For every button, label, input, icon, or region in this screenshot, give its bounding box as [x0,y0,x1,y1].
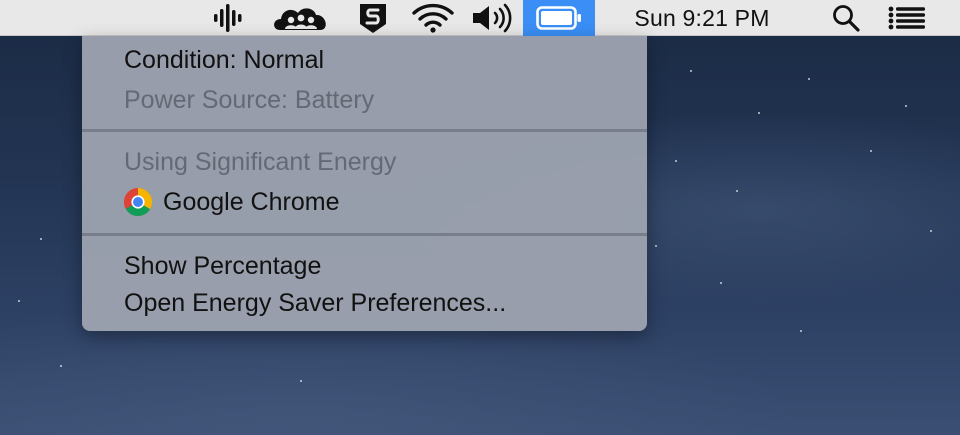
star [18,300,20,302]
star [736,190,738,192]
wifi-icon[interactable] [408,0,458,36]
star [930,230,932,232]
search-icon[interactable] [826,0,866,36]
volume-icon[interactable] [468,0,518,36]
battery-icon[interactable] [523,0,595,36]
shield-s-icon[interactable] [352,0,394,36]
star [720,282,722,284]
clock[interactable]: Sun 9:21 PM [610,0,794,36]
app-item-google-chrome[interactable]: Google Chrome [124,187,339,217]
star [675,160,677,162]
notification-list-icon[interactable] [884,0,930,36]
star [808,78,810,80]
star [905,105,907,107]
star [870,150,872,152]
cloud-people-icon[interactable] [270,0,332,36]
significant-energy-heading: Using Significant Energy [124,148,397,176]
battery-status-menu: Condition: Normal Power Source: Battery … [82,36,647,331]
power-source: Power Source: Battery [124,86,375,114]
star [60,365,62,367]
menu-separator [82,233,647,236]
star [40,238,42,240]
star [655,245,657,247]
battery-condition: Condition: Normal [124,46,325,74]
menu-bar: Sun 9:21 PM [0,0,960,36]
open-energy-saver-preferences-item[interactable]: Open Energy Saver Preferences... [124,288,506,318]
app-item-label: Google Chrome [163,188,340,216]
show-percentage-item[interactable]: Show Percentage [124,251,321,281]
star [800,330,802,332]
menu-separator [82,129,647,132]
clock-text: Sun 9:21 PM [634,4,770,31]
audio-waveform-icon[interactable] [208,0,250,36]
star [690,70,692,72]
chrome-icon [123,187,153,217]
star [758,112,760,114]
star [300,380,302,382]
